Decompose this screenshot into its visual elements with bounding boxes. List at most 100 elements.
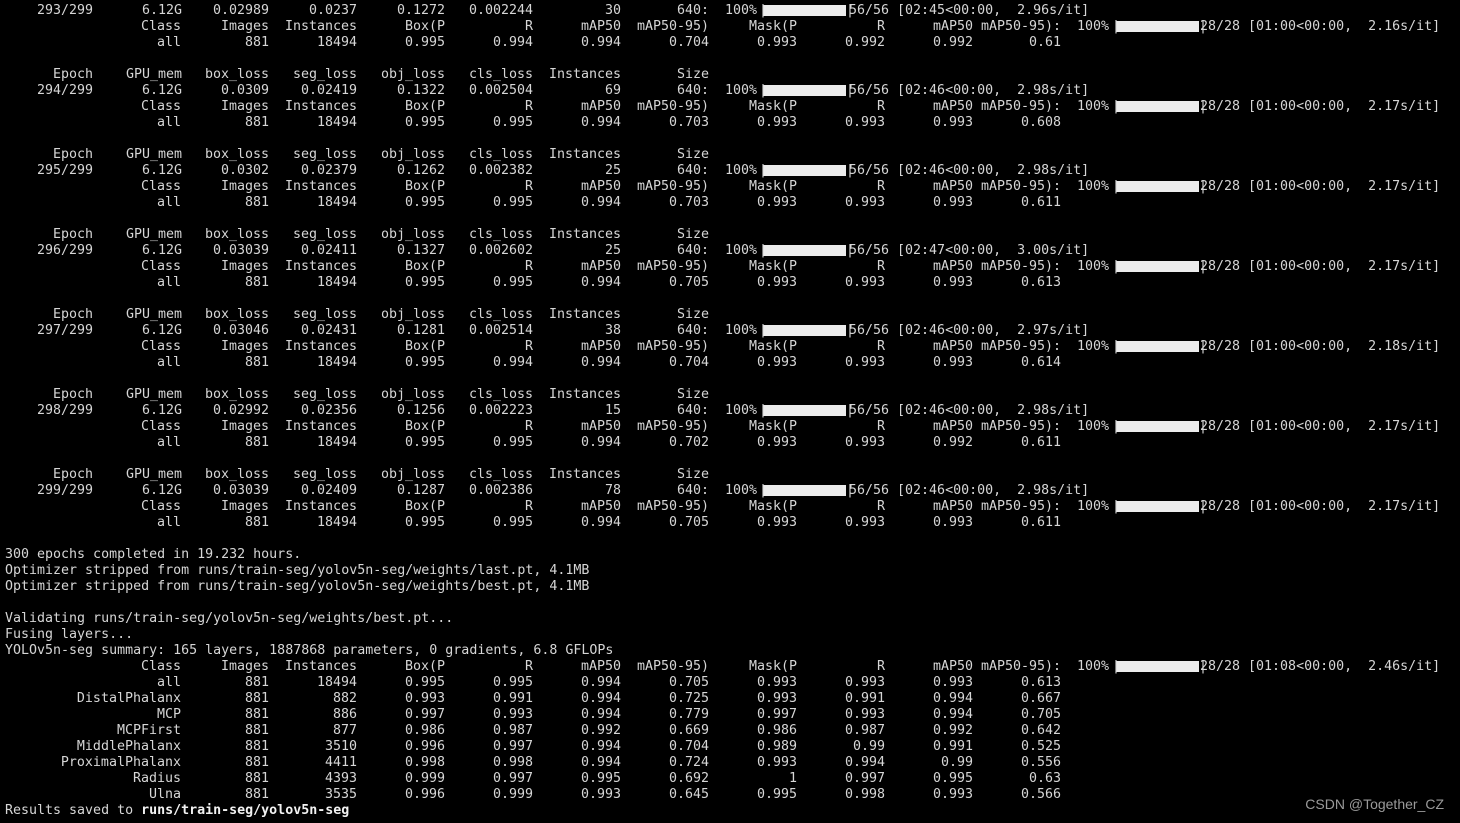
- epoch-header-cell: Instances: [548, 467, 621, 482]
- progress-bar: [763, 165, 846, 176]
- val-header-cell: Class: [140, 19, 181, 34]
- train-progress-text: 56/56 [02:46<00:00, 2.98s/it]: [849, 83, 1090, 98]
- train-cell: 25: [604, 243, 621, 258]
- val-header-cell: Class: [140, 499, 181, 514]
- val-progress-text: 28/28 [01:00<00:00, 2.17s/it]: [1200, 499, 1441, 514]
- val-cell: 0.645: [668, 787, 709, 802]
- train-cell: 0.1281: [396, 323, 445, 338]
- train-cell: 293/299: [36, 3, 93, 18]
- val-cell: 0.994: [580, 675, 621, 690]
- val-cell: ProximalPhalanx: [60, 755, 181, 770]
- epoch-header-cell: Epoch: [52, 307, 93, 322]
- epoch-train-row: 295/299 6.12G 0.0302 0.02379 0.1262 0.002382 2…: [0, 163, 1460, 179]
- val-cell: 0.994: [580, 739, 621, 754]
- val-header-cell: 100%: [1076, 419, 1109, 434]
- progress-bar: [1116, 501, 1199, 512]
- train-cell: 0.1256: [396, 403, 445, 418]
- val-cell: MiddlePhalanx: [76, 739, 181, 754]
- val-cell: 0.995: [404, 355, 445, 370]
- val-header-cell: mAP50: [580, 419, 621, 434]
- val-cell: 0.608: [1020, 115, 1061, 130]
- val-cell: 18494: [316, 35, 357, 50]
- val-progress-text: 28/28 [01:00<00:00, 2.17s/it]: [1200, 99, 1441, 114]
- val-header-cell: mAP50-95):: [980, 419, 1061, 434]
- val-cell: 3510: [324, 739, 357, 754]
- val-header-cell: R: [524, 419, 533, 434]
- epoch-header-cell: GPU_mem: [125, 147, 182, 162]
- val-header-cell: Box(P: [404, 339, 445, 354]
- val-cell: 0.525: [1020, 739, 1061, 754]
- val-cell: 0.995: [492, 435, 533, 450]
- val-header-cell: Mask(P: [748, 179, 797, 194]
- val-header-cell: mAP50: [580, 179, 621, 194]
- val-cell: 881: [244, 691, 269, 706]
- epoch-header-cell: obj_loss: [380, 67, 445, 82]
- val-cell: 0.995: [756, 787, 797, 802]
- val-cell: 0.987: [844, 723, 885, 738]
- val-header-cell: Instances: [284, 99, 357, 114]
- val-header-cell: R: [876, 499, 885, 514]
- val-header-cell: mAP50-95):: [980, 499, 1061, 514]
- val-header-cell: Instances: [284, 659, 357, 674]
- val-cell: 0.993: [844, 195, 885, 210]
- summary-line: 300 epochs completed in 19.232 hours.: [0, 547, 1460, 563]
- val-header-cell: Instances: [284, 259, 357, 274]
- epoch-header-cell: obj_loss: [380, 147, 445, 162]
- val-header-cell: Instances: [284, 19, 357, 34]
- val-header-cell: R: [876, 19, 885, 34]
- val-header-cell: Images: [220, 499, 269, 514]
- val-header-cell: mAP50-95): [636, 419, 709, 434]
- val-header-row: Class Images Instances Box(P RmAP50 mAP50-95)…: [0, 499, 1460, 515]
- epoch-header-cell: cls_loss: [468, 387, 533, 402]
- val-cell: all: [156, 675, 181, 690]
- val-header-cell: mAP50-95): [636, 179, 709, 194]
- progress-bar: [1116, 101, 1199, 112]
- train-cell: 0.02411: [300, 243, 357, 258]
- val-cell: 0.995: [404, 515, 445, 530]
- val-cell: 0.998: [844, 787, 885, 802]
- val-cell: 0.993: [756, 435, 797, 450]
- train-cell: 100%: [724, 483, 757, 498]
- val-cell: 881: [244, 707, 269, 722]
- val-cell: 0.993: [932, 275, 973, 290]
- train-cell: 0.03039: [212, 483, 269, 498]
- progress-bar: [1116, 261, 1199, 272]
- epoch-header-cell: Size: [676, 387, 709, 402]
- train-cell: 640:: [676, 3, 709, 18]
- train-progress-text: 56/56 [02:46<00:00, 2.97s/it]: [849, 323, 1090, 338]
- progress-bar: [1116, 661, 1199, 672]
- terminal-output[interactable]: 293/299 6.12G 0.02989 0.0237 0.1272 0.002244 3…: [0, 3, 1460, 819]
- train-cell: 0.002514: [468, 323, 533, 338]
- val-header-cell: R: [876, 339, 885, 354]
- train-cell: 0.02419: [300, 83, 357, 98]
- val-header-cell: Mask(P: [748, 259, 797, 274]
- train-cell: 0.03039: [212, 243, 269, 258]
- val-cell: 0.99: [940, 755, 973, 770]
- val-cell: 0.993: [404, 691, 445, 706]
- val-cell: 0.994: [580, 707, 621, 722]
- summary-line: Validating runs/train-seg/yolov5n-seg/we…: [0, 611, 1460, 627]
- val-cell: 0.994: [580, 195, 621, 210]
- val-cell: 0.99: [852, 739, 885, 754]
- val-cell: 881: [244, 771, 269, 786]
- val-header-cell: Images: [220, 419, 269, 434]
- val-cell: 0.993: [756, 195, 797, 210]
- val-cell: 0.611: [1020, 515, 1061, 530]
- results-path[interactable]: runs/train-seg/yolov5n-seg: [141, 803, 349, 818]
- bar-open: |: [759, 323, 768, 338]
- val-cell: 0.995: [404, 275, 445, 290]
- val-header-row: Class Images Instances Box(P RmAP50 mAP50-95)…: [0, 339, 1460, 355]
- val-header-cell: Class: [140, 419, 181, 434]
- val-metrics-row: MCPFirst 881 877 0.986 0.987 0.992 0.669 0.986 0…: [0, 723, 1460, 739]
- val-cell: 0.556: [1020, 755, 1061, 770]
- epoch-header-cell: box_loss: [204, 147, 269, 162]
- val-cell: 0.995: [404, 675, 445, 690]
- val-cell: 0.997: [492, 739, 533, 754]
- val-header-cell: Instances: [284, 499, 357, 514]
- bar-open: |: [1112, 419, 1121, 434]
- epoch-train-row: 296/299 6.12G 0.03039 0.02411 0.1327 0.002602…: [0, 243, 1460, 259]
- train-cell: 0.0309: [220, 83, 269, 98]
- val-progress-text: 28/28 [01:08<00:00, 2.46s/it]: [1200, 659, 1441, 674]
- val-header-cell: R: [524, 259, 533, 274]
